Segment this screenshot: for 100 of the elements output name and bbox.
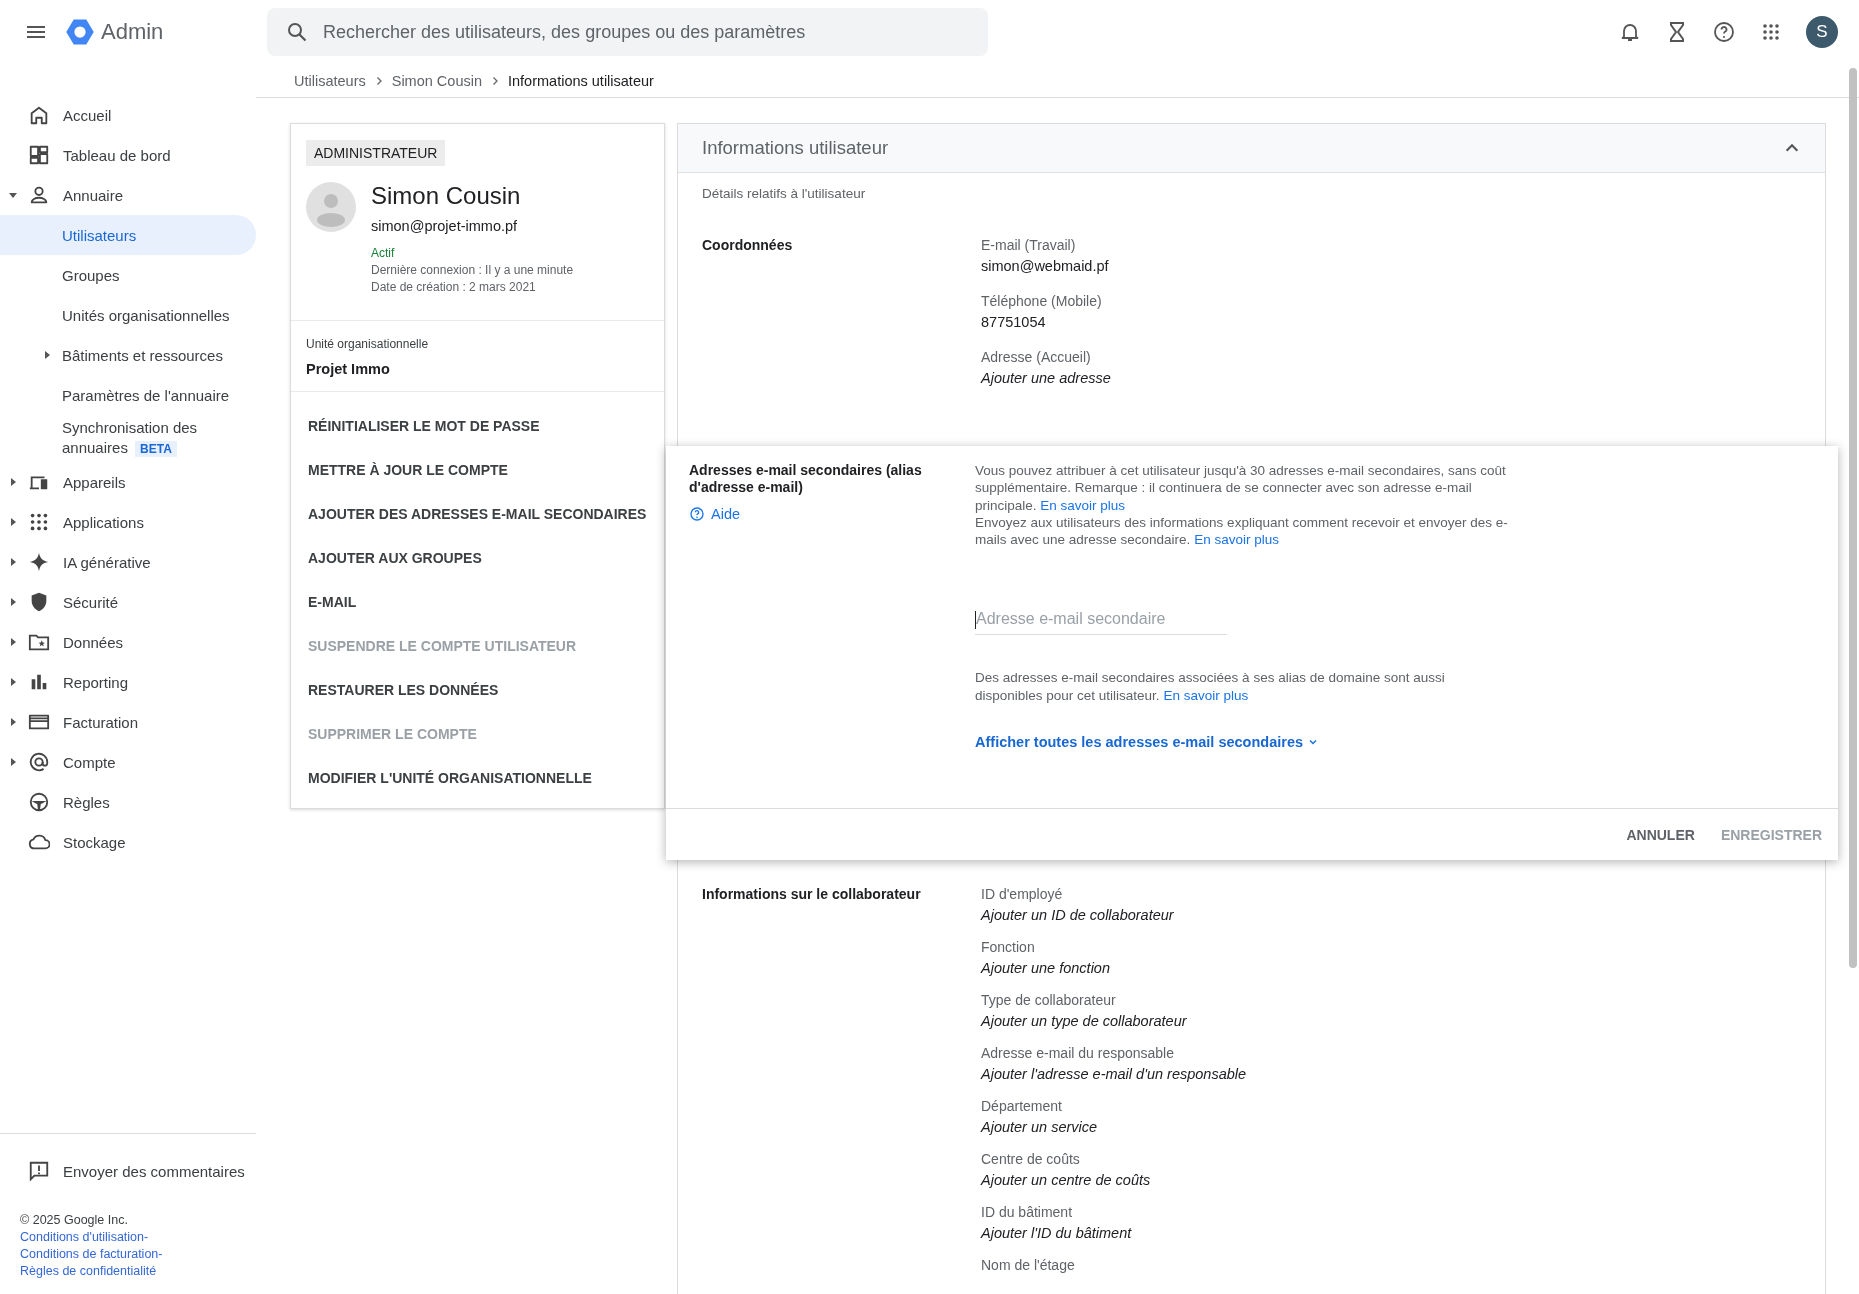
learn-more-link[interactable]: En savoir plus — [1040, 497, 1126, 513]
caret-icon[interactable] — [8, 597, 18, 607]
field-label: Adresse e-mail du responsable — [981, 1045, 1175, 1061]
nav-item[interactable]: Accueil — [0, 95, 256, 135]
scrollbar[interactable] — [1849, 68, 1857, 968]
input-field[interactable]: Adresse e-mail secondaire — [975, 610, 1227, 636]
person-icon — [28, 184, 50, 206]
section-subtitle: Détails relatifs à l'utilisateur — [701, 185, 867, 201]
nav-item[interactable]: Tableau de bord — [0, 135, 256, 175]
role-badge: ADMINISTRATEUR — [306, 140, 446, 166]
nav-item[interactable]: Compte — [0, 742, 256, 782]
cancel-button[interactable]: ANNULER — [1616, 818, 1705, 851]
help-text: Des adresses e-mail secondaires associées à ses alias de domaine sont aussi disponibles pour cet utilisateur. En savoir plus — [975, 669, 1446, 705]
field-label: Adresse (Accueil) — [981, 349, 1092, 365]
caret-icon[interactable] — [8, 637, 18, 647]
status-text: Actif — [371, 246, 396, 260]
hexagon-logo-icon — [65, 17, 95, 47]
nav-item[interactable]: Utilisateurs — [0, 215, 256, 255]
action-button[interactable]: METTRE À JOUR LE COMPTE — [291, 448, 664, 492]
nav-item[interactable]: Annuaire — [0, 175, 256, 215]
home-icon — [28, 104, 50, 126]
breadcrumb-item[interactable]: Utilisateurs — [294, 72, 366, 89]
help-icon[interactable] — [1712, 20, 1736, 44]
action-button[interactable]: MODIFIER L'UNITÉ ORGANISATIONNELLE — [291, 756, 664, 800]
field-value: simon@webmaid.pf — [981, 258, 1110, 274]
breadcrumb-item[interactable]: Simon Cousin — [391, 72, 482, 89]
add-value-link[interactable]: Ajouter un type de collaborateur — [981, 1013, 1247, 1029]
action-button[interactable]: AJOUTER DES ADRESSES E-MAIL SECONDAIRES — [291, 492, 664, 536]
chevron-right-icon — [490, 75, 500, 86]
link-separator: - — [144, 1230, 149, 1244]
legal-link[interactable]: Conditions de facturation — [20, 1247, 159, 1261]
user-email: simon@projet-immo.pf — [371, 218, 519, 234]
caret-icon[interactable] — [8, 557, 18, 567]
add-value-link[interactable]: Ajouter l'ID du bâtiment — [981, 1225, 1247, 1241]
account-avatar[interactable]: S — [1806, 16, 1838, 48]
avatar-silhouette-icon — [306, 182, 356, 232]
caret-icon[interactable] — [8, 757, 18, 767]
nav-item[interactable]: Reporting — [0, 662, 256, 702]
search-field[interactable]: Rechercher des utilisateurs, des groupes ou des paramètres — [267, 8, 988, 56]
creation-date-text: Date de création : 2 mars 2021 — [371, 280, 537, 294]
nav-item[interactable]: Stockage — [0, 822, 256, 862]
caret-icon[interactable] — [8, 477, 18, 487]
field-label: Département — [981, 1098, 1063, 1114]
field-label: E-mail (Travail) — [981, 237, 1077, 253]
search-icon — [285, 20, 309, 44]
nav-item[interactable]: Facturation — [0, 702, 256, 742]
add-value-link[interactable]: Ajouter l'adresse e-mail d'un responsable — [981, 1066, 1247, 1082]
link-separator: - — [158, 1247, 163, 1261]
panel-title: Informations utilisateur — [702, 137, 889, 159]
action-button[interactable]: AJOUTER AUX GROUPES — [291, 536, 664, 580]
legal-link[interactable]: Conditions d'utilisation — [20, 1230, 144, 1244]
field-value: 87751054 — [981, 314, 1047, 330]
nav-item[interactable]: Unités organisationnelles — [0, 295, 256, 335]
section-title: Coordonnées — [702, 237, 794, 255]
caret-icon[interactable] — [8, 717, 18, 727]
feedback-link[interactable]: Envoyer des commentaires — [0, 1160, 256, 1182]
field-label: Type de collaborateur — [981, 992, 1117, 1008]
help-link[interactable]: Aide — [689, 506, 975, 522]
nav-item[interactable]: Bâtiments et ressources — [0, 335, 256, 375]
nav-item[interactable]: IA générative — [0, 542, 256, 582]
nav-item[interactable]: Sécurité — [0, 582, 256, 622]
caret-icon[interactable] — [8, 677, 18, 687]
caret-icon[interactable] — [8, 517, 18, 527]
help-text: Vous pouvez attribuer à cet utilisateur jusqu'à 30 adresses e-mail secondaires, sans coût supplémentaire. Remarque : il continuera de se connecter avec son adresse e-mail principale. En savoir plus — [975, 462, 1507, 514]
copyright-text: © 2025 Google Inc. — [20, 1212, 129, 1229]
field-label: Fonction — [981, 939, 1036, 955]
add-value-link[interactable]: Ajouter une adresse — [981, 370, 1111, 386]
action-button[interactable]: E-MAIL — [291, 580, 664, 624]
nav-item[interactable]: Synchronisation des annuaires BETA — [0, 415, 256, 462]
show-all-link[interactable]: Afficher toutes les adresses e-mail secondaires — [975, 734, 1319, 751]
nav-item[interactable]: Paramètres de l'annuaire — [0, 375, 256, 415]
action-button[interactable]: RESTAURER LES DONNÉES — [291, 668, 664, 712]
learn-more-link[interactable]: En savoir plus — [1194, 532, 1279, 548]
field-label: Nom de l'étage — [981, 1257, 1076, 1273]
section-title: Adresses e-mail secondaires (alias d'adresse e-mail) — [689, 462, 923, 496]
last-login-text: Dernière connexion : Il y a une minute — [371, 263, 574, 277]
legal-link[interactable]: Règles de confidentialité — [20, 1264, 157, 1278]
field-label: ID du bâtiment — [981, 1204, 1074, 1220]
field-label: ID d'employé — [981, 886, 1064, 902]
caret-icon[interactable] — [42, 350, 52, 360]
add-value-link[interactable]: Ajouter un ID de collaborateur — [981, 907, 1247, 923]
beta-badge: BETA — [135, 441, 177, 457]
add-value-link[interactable]: Ajouter un service — [981, 1119, 1247, 1135]
user-name: Simon Cousin — [371, 182, 522, 210]
nav-item[interactable]: Groupes — [0, 255, 256, 295]
learn-more-link[interactable]: En savoir plus — [1163, 687, 1249, 703]
add-value-link[interactable]: Ajouter une fonction — [981, 960, 1247, 976]
nav-item[interactable]: Applications — [0, 502, 256, 542]
add-value-link[interactable]: Ajouter un centre de coûts — [981, 1172, 1247, 1188]
nav-item[interactable]: Règles — [0, 782, 256, 822]
nav-item[interactable]: Appareils — [0, 462, 256, 502]
apps-grid-icon — [28, 511, 50, 533]
nav-item[interactable]: Données — [0, 622, 256, 662]
section-title: Informations sur le collaborateur — [702, 886, 922, 904]
action-button[interactable]: RÉINITIALISER LE MOT DE PASSE — [291, 404, 664, 448]
caret-icon[interactable] — [8, 190, 18, 200]
field-label: Centre de coûts — [981, 1151, 1081, 1167]
field-label: Téléphone (Mobile) — [981, 293, 1103, 309]
steering-wheel-icon — [28, 791, 50, 813]
dashboard-icon — [28, 144, 50, 166]
